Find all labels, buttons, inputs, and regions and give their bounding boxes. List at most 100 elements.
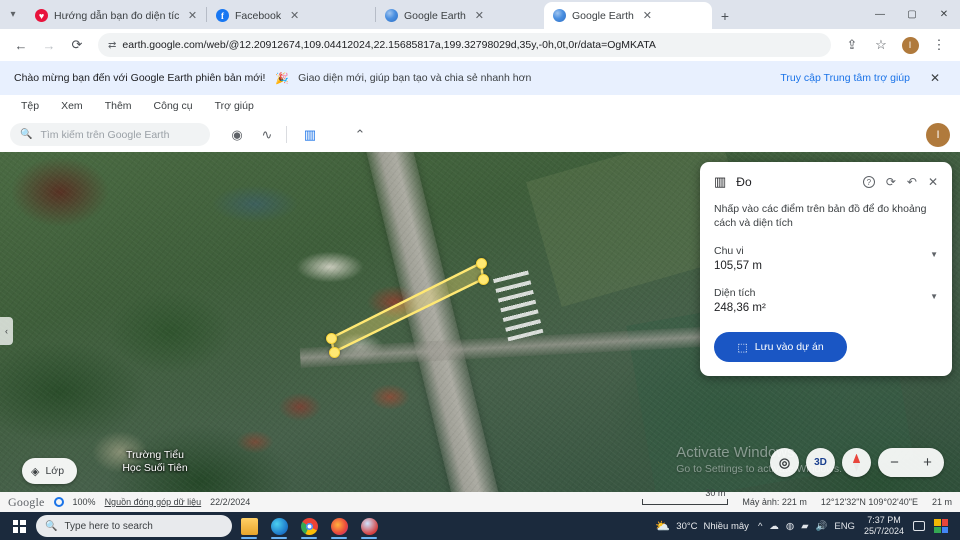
earth-account-avatar[interactable]: I bbox=[926, 122, 950, 147]
bookmark-star-icon[interactable]: ☆ bbox=[868, 32, 894, 58]
weather-widget[interactable]: ⛅ 30°C Nhiều mây bbox=[655, 519, 749, 533]
cloud-icon: ⛅ bbox=[655, 519, 671, 533]
measure-panel-close-icon[interactable]: ✕ bbox=[928, 175, 938, 189]
measurement-vertex[interactable] bbox=[325, 332, 337, 344]
tune-icon[interactable]: ⇄ bbox=[108, 40, 116, 51]
earth-menu-bar: Tệp Xem Thêm Công cụ Trợ giúp bbox=[0, 95, 960, 117]
back-button[interactable]: ← bbox=[8, 32, 34, 58]
measurement-area-shape[interactable] bbox=[329, 261, 485, 354]
map-place-label-line2: Học Suối Tiên bbox=[122, 462, 188, 474]
address-bar[interactable]: ⇄ earth.google.com/web/@12.20912674,109.… bbox=[98, 33, 831, 57]
perimeter-field[interactable]: Chu vi 105,57 m ▼ bbox=[714, 245, 938, 272]
data-attribution-link[interactable]: Nguồn đóng góp dữ liệu bbox=[105, 497, 202, 507]
party-emoji-icon: 🎉 bbox=[275, 72, 290, 85]
path-line-icon[interactable]: ∿ bbox=[254, 122, 280, 148]
scale-bar-line: 30 m bbox=[642, 488, 729, 505]
chevron-up-icon[interactable]: ⌃ bbox=[347, 122, 373, 148]
menu-item-more[interactable]: Thêm bbox=[94, 100, 143, 112]
map-place-label: Trường Tiểu Học Suối Tiên bbox=[100, 449, 210, 475]
bookmark-icon: ⬚ bbox=[737, 341, 748, 354]
save-to-project-button[interactable]: ⬚ Lưu vào dự án bbox=[714, 332, 847, 362]
search-placeholder: Tìm kiếm trên Google Earth bbox=[40, 128, 170, 141]
onedrive-icon[interactable]: ☁ bbox=[769, 521, 779, 532]
language-indicator[interactable]: ENG bbox=[834, 521, 855, 532]
address-bar-url: earth.google.com/web/@12.20912674,109.04… bbox=[122, 39, 656, 51]
minimize-button[interactable]: — bbox=[864, 0, 896, 29]
area-field[interactable]: Diện tích 248,36 m² ▼ bbox=[714, 287, 938, 314]
measurement-vertex[interactable] bbox=[328, 346, 340, 358]
tab-list-chevron-icon[interactable]: ▾ bbox=[0, 0, 26, 29]
layers-icon: ◈ bbox=[31, 465, 40, 478]
browser-tab-title: Facebook bbox=[235, 9, 282, 22]
measure-ruler-icon[interactable]: ▥ bbox=[297, 122, 323, 148]
chrome-icon[interactable] bbox=[296, 513, 322, 539]
edge-icon[interactable] bbox=[266, 513, 292, 539]
layers-button[interactable]: ◈ Lớp bbox=[22, 458, 78, 484]
window-close-button[interactable]: ✕ bbox=[928, 0, 960, 29]
place-marker-icon[interactable]: ◉ bbox=[224, 122, 250, 148]
antivirus-icon[interactable]: ◍ bbox=[786, 521, 794, 532]
browser-tab-title: Hướng dẫn bạn đo diện tích tr bbox=[54, 9, 179, 22]
zoom-out-button[interactable]: − bbox=[890, 454, 899, 471]
side-panel-toggle[interactable]: ‹ bbox=[0, 317, 13, 345]
coordinates: 12°12'32"N 109°02'40"E bbox=[820, 497, 918, 507]
browser-tab-3-active[interactable]: Google Earth ✕ bbox=[544, 2, 712, 29]
menu-item-file[interactable]: Tệp bbox=[10, 100, 50, 112]
refresh-icon[interactable]: ⟳ bbox=[886, 175, 896, 189]
menu-item-view[interactable]: Xem bbox=[50, 100, 94, 112]
toggle-3d-button[interactable]: 3D bbox=[806, 448, 835, 477]
close-icon[interactable]: ✕ bbox=[287, 8, 302, 23]
measurement-vertex[interactable] bbox=[477, 273, 489, 285]
system-tray: ⛅ 30°C Nhiều mây ^ ☁ ◍ ▰ 🔊 ENG 7:37 PM 2… bbox=[655, 515, 954, 537]
share-icon[interactable]: ⇪ bbox=[839, 32, 865, 58]
banner-title: Chào mừng bạn đến với Google Earth phiên… bbox=[14, 72, 266, 84]
close-icon[interactable]: ✕ bbox=[472, 8, 487, 23]
start-icon[interactable] bbox=[6, 513, 32, 539]
close-icon[interactable]: ✕ bbox=[185, 8, 200, 23]
profile-avatar[interactable]: I bbox=[897, 32, 923, 58]
locate-icon[interactable]: ◎ bbox=[770, 448, 799, 477]
measure-panel-header: ▥ Đo ? ⟳ ↶ ✕ bbox=[714, 174, 938, 190]
help-icon[interactable]: ? bbox=[862, 176, 875, 188]
browser-toolbar: ← → ⟳ ⇄ earth.google.com/web/@12.2091267… bbox=[0, 29, 960, 61]
menu-item-help[interactable]: Trợ giúp bbox=[204, 100, 265, 112]
chevron-down-icon[interactable]: ▼ bbox=[930, 292, 938, 301]
close-icon[interactable]: ✕ bbox=[640, 8, 655, 23]
measure-panel[interactable]: ▥ Đo ? ⟳ ↶ ✕ Nhấp vào các điểm trên bản … bbox=[700, 162, 952, 376]
tray-extra-icon[interactable] bbox=[934, 519, 948, 533]
load-percent: 100% bbox=[72, 497, 96, 507]
chrome-menu-icon[interactable]: ⋮ bbox=[926, 32, 952, 58]
new-tab-button[interactable]: + bbox=[712, 2, 738, 29]
taskbar-search-input[interactable]: 🔍 Type here to search bbox=[36, 515, 232, 537]
reload-button[interactable]: ⟳ bbox=[64, 32, 90, 58]
area-value: 248,36 m² bbox=[714, 302, 766, 314]
menu-item-tools[interactable]: Công cụ bbox=[143, 100, 204, 112]
banner-close-icon[interactable]: ✕ bbox=[924, 67, 946, 89]
browser-tab-0[interactable]: ♥ Hướng dẫn bạn đo diện tích tr ✕ bbox=[26, 2, 206, 29]
chevron-down-icon[interactable]: ▼ bbox=[930, 250, 938, 259]
help-center-link[interactable]: Truy cập Trung tâm trợ giúp bbox=[780, 72, 910, 84]
file-explorer-icon[interactable] bbox=[236, 513, 262, 539]
maximize-button[interactable]: ▢ bbox=[896, 0, 928, 29]
wifi-icon[interactable]: ▰ bbox=[801, 521, 808, 532]
forward-button[interactable]: → bbox=[36, 32, 62, 58]
clock[interactable]: 7:37 PM 25/7/2024 bbox=[864, 515, 904, 537]
undo-icon[interactable]: ↶ bbox=[907, 175, 917, 189]
firefox-icon[interactable] bbox=[326, 513, 352, 539]
measure-panel-title: Đo bbox=[736, 175, 752, 189]
clock-date: 25/7/2024 bbox=[863, 526, 904, 536]
scale-bar: 30 m bbox=[642, 488, 729, 505]
volume-icon[interactable]: 🔊 bbox=[816, 521, 828, 532]
heart-icon: ♥ bbox=[35, 9, 48, 22]
google-earth-app-icon[interactable] bbox=[356, 513, 382, 539]
search-input[interactable]: 🔍 Tìm kiếm trên Google Earth bbox=[10, 123, 210, 146]
browser-tab-title: Google Earth bbox=[404, 9, 466, 22]
browser-tab-2[interactable]: Google Earth ✕ bbox=[376, 2, 544, 29]
compass-needle-icon[interactable] bbox=[842, 448, 871, 477]
welcome-banner: Chào mừng bạn đến với Google Earth phiên… bbox=[0, 61, 960, 95]
notifications-icon[interactable] bbox=[913, 521, 925, 531]
measurement-vertex[interactable] bbox=[475, 257, 487, 269]
tray-chevron-up-icon[interactable]: ^ bbox=[758, 521, 762, 532]
browser-tab-1[interactable]: f Facebook ✕ bbox=[207, 2, 375, 29]
zoom-in-button[interactable]: + bbox=[923, 454, 932, 471]
